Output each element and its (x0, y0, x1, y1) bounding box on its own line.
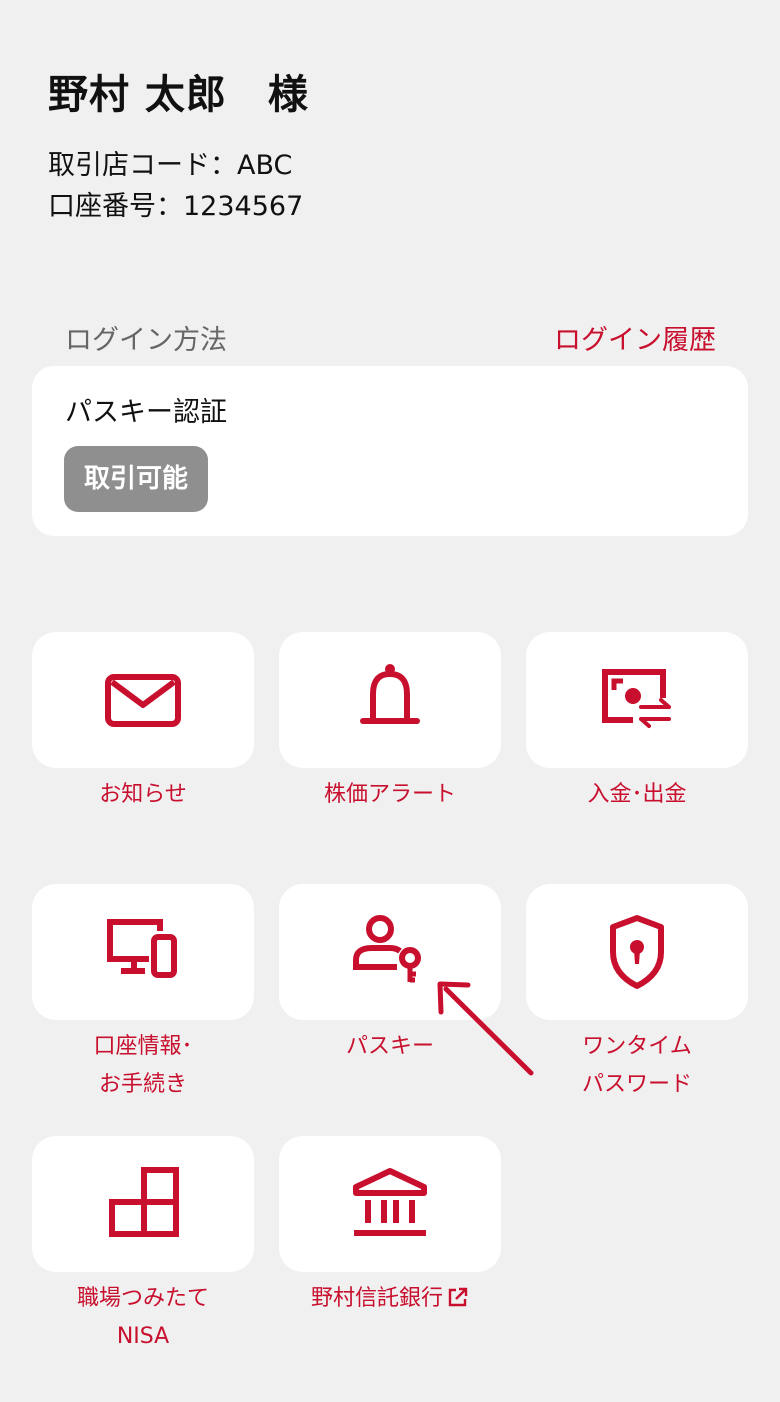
mail-icon (105, 674, 181, 727)
external-link-icon (448, 1287, 468, 1307)
menu-tile-price-alert[interactable] (279, 632, 501, 768)
account-number: 口座番号：1234567 (48, 191, 304, 222)
menu-tile-workplace-nisa[interactable] (32, 1136, 254, 1272)
auth-method-card: パスキー認証 取引可能 (32, 366, 748, 536)
menu-label-one-time-password[interactable]: ワンタイム パスワード (526, 1028, 748, 1104)
menu-tile-one-time-password[interactable] (526, 884, 748, 1020)
menu-tile-account-info[interactable] (32, 884, 254, 1020)
login-history-link[interactable]: ログイン履歴 (554, 318, 716, 357)
status-badge: 取引可能 (64, 446, 208, 512)
bell-icon (360, 664, 420, 724)
login-method-label: ログイン方法 (65, 325, 227, 356)
menu-label-trust-bank[interactable]: 野村信託銀行 (279, 1280, 501, 1318)
menu-tile-notifications[interactable] (32, 632, 254, 768)
auth-method-name: パスキー認証 (65, 397, 227, 428)
user-name: 野村 太郎 様 (48, 72, 309, 118)
menu-tile-trust-bank[interactable] (279, 1136, 501, 1272)
deposit-withdraw-icon (602, 669, 671, 728)
passkey-user-icon (353, 915, 421, 983)
devices-icon (107, 919, 177, 978)
shield-lock-icon (610, 915, 664, 989)
menu-label-passkey[interactable]: パスキー (279, 1028, 501, 1066)
bank-icon (353, 1168, 427, 1236)
blocks-icon (109, 1167, 179, 1237)
menu-label-notifications[interactable]: お知らせ (32, 776, 254, 814)
branch-code: 取引店コード：ABC (48, 150, 293, 181)
menu-tile-passkey[interactable] (279, 884, 501, 1020)
menu-tile-deposit-withdraw[interactable] (526, 632, 748, 768)
menu-label-workplace-nisa[interactable]: 職場つみたて NISA (32, 1280, 254, 1356)
menu-label-account-info[interactable]: 口座情報･ お手続き (32, 1028, 254, 1104)
menu-label-deposit-withdraw[interactable]: 入金･出金 (526, 776, 748, 814)
menu-label-price-alert[interactable]: 株価アラート (279, 776, 501, 814)
